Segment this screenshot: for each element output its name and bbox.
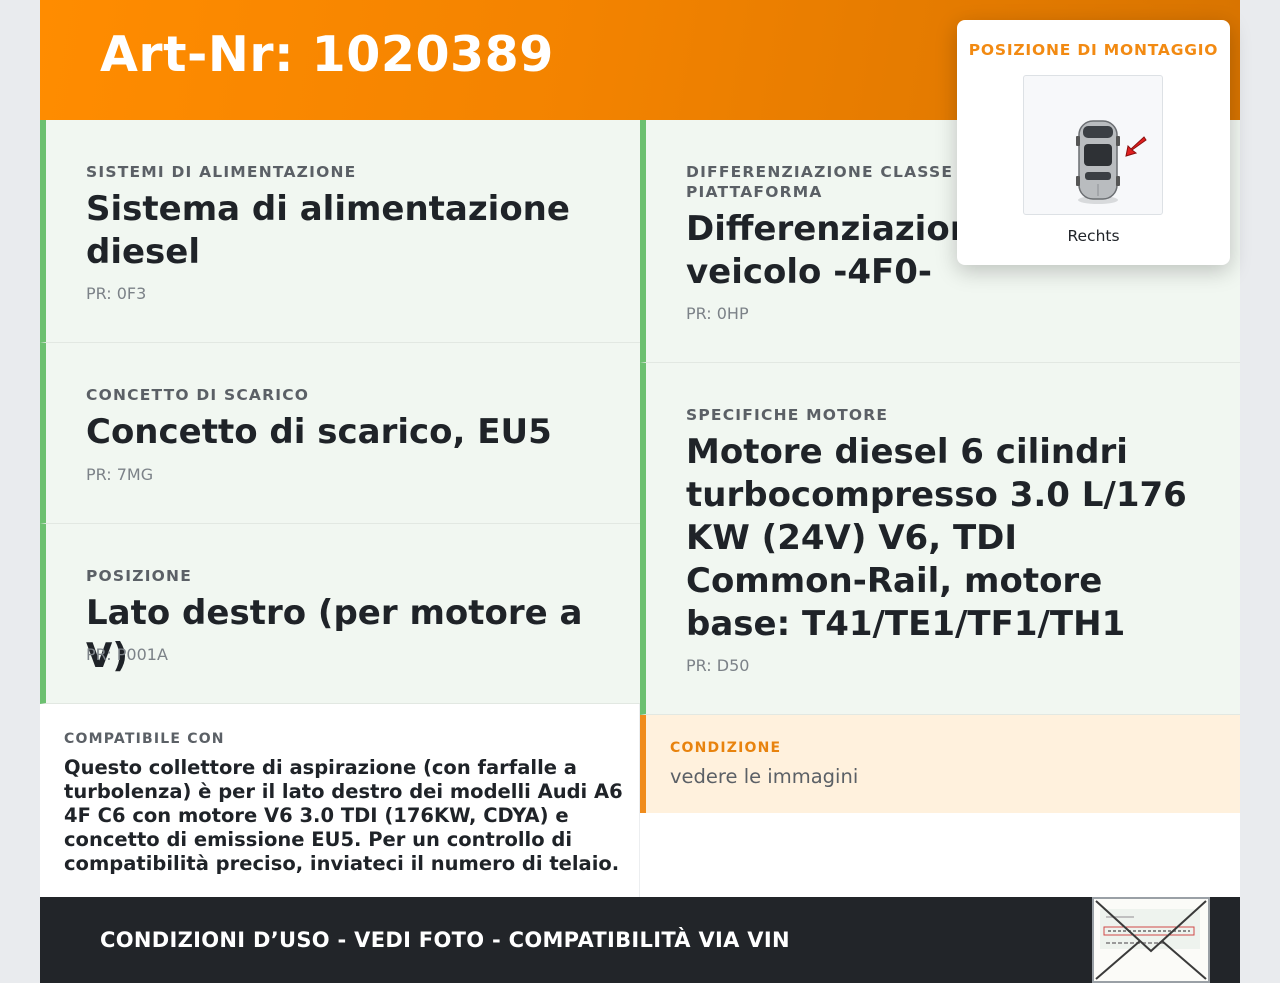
card-title: Sistema di alimentazione diesel	[86, 189, 570, 272]
mounting-position-popup: POSIZIONE DI MONTAGGIO Rechts	[957, 20, 1230, 265]
compatibility-label: COMPATIBILE CON	[64, 731, 225, 747]
card-exhaust-concept: CONCETTO DI SCARICO Concetto di scarico,…	[40, 343, 640, 524]
card-fuel-system: SISTEMI DI ALIMENTAZIONE Sistema di alim…	[40, 120, 640, 343]
article-number-title: Art-Nr: 1020389	[100, 26, 554, 83]
card-title: Motore diesel 6 cilindri turbocompresso …	[686, 432, 1187, 644]
footer-text: CONDIZIONI D’USO - VEDI FOTO - COMPATIBI…	[100, 928, 790, 952]
envelope-graphic	[1094, 899, 1208, 981]
condition-section: CONDIZIONE vedere le immagini	[640, 715, 1240, 813]
card-title: Concetto di scarico, EU5	[86, 412, 552, 452]
card-category: SISTEMI DI ALIMENTAZIONE	[86, 163, 357, 181]
card-category: CONCETTO DI SCARICO	[86, 386, 310, 404]
car-top-view-icon[interactable]	[1023, 75, 1163, 215]
card-title: Lato destro (per motore a V)	[86, 593, 583, 676]
card-pr-code: PR: P001A	[86, 645, 168, 664]
condition-value: vedere le immagini	[670, 765, 859, 788]
card-pr-code: PR: 7MG	[86, 465, 154, 484]
document-envelope-icon[interactable]	[1092, 897, 1210, 983]
card-category: POSIZIONE	[86, 567, 193, 585]
card-pr-code: PR: D50	[686, 656, 750, 675]
card-category: SPECIFICHE MOTORE	[686, 406, 889, 424]
car-graphic	[1076, 120, 1147, 204]
popup-position-label: Rechts	[1067, 227, 1120, 245]
condition-label: CONDIZIONE	[670, 740, 782, 756]
card-engine-specs: SPECIFICHE MOTORE Motore diesel 6 cilind…	[640, 363, 1240, 715]
card-pr-code: PR: 0HP	[686, 304, 749, 323]
card-pr-code: PR: 0F3	[86, 284, 147, 303]
compatibility-text: Questo collettore di aspirazione (con fa…	[64, 756, 623, 875]
card-position: POSIZIONE Lato destro (per motore a V) P…	[40, 524, 640, 704]
compatibility-section: COMPATIBILE CON Questo collettore di asp…	[40, 704, 640, 897]
footer-bar: CONDIZIONI D’USO - VEDI FOTO - COMPATIBI…	[40, 897, 1240, 983]
popup-title: POSIZIONE DI MONTAGGIO	[968, 41, 1219, 59]
card-category: DIFFERENZIAZIONE CLASSE VE PIATTAFORMA	[686, 163, 983, 201]
